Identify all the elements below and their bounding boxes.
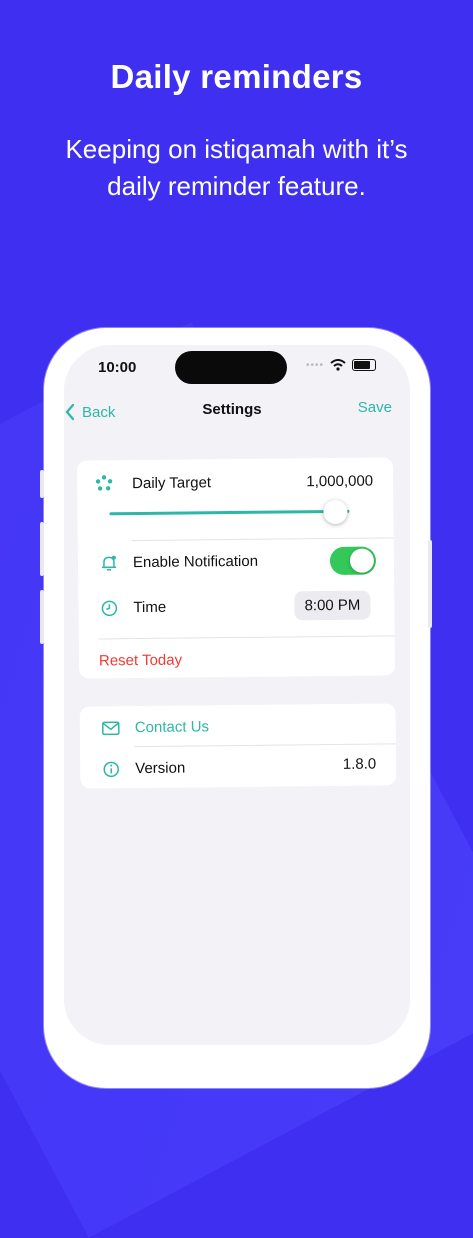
divider [133,743,396,748]
info-icon [103,761,119,778]
dots-cluster-icon [95,475,113,491]
daily-target-value: 1,000,000 [306,472,374,490]
notification-row: Enable Notification [78,545,394,578]
notification-label: Enable Notification [132,552,259,572]
daily-target-slider[interactable] [109,509,350,516]
phone-button [428,540,432,628]
signal-icon: •••• [305,359,324,371]
page-title: Settings [202,401,262,418]
divider [131,537,394,542]
settings-card: Daily Target 1,000,000 Enable Notificati… [76,457,396,679]
version-label: Version [135,759,186,778]
promo-headline: Daily reminders [110,58,363,95]
version-value: 1.8.0 [342,755,377,773]
time-picker[interactable]: 8:00 PM [294,590,371,621]
about-card: Contact Us Version 1.8.0 [79,703,397,789]
status-icons: •••• [306,359,376,371]
notification-toggle[interactable] [329,546,377,576]
battery-icon [352,359,376,371]
phone-button [40,470,44,498]
mail-icon [102,721,120,736]
contact-us-link[interactable]: Contact Us [135,718,209,736]
wifi-icon [330,359,346,371]
phone-button [40,590,44,644]
app-screen: 10:00 •••• Back Settings Save Daily Targ… [64,345,410,1045]
contact-row[interactable]: Contact Us [80,713,396,740]
phone-button [40,522,44,576]
daily-target-row: Daily Target 1,000,000 [77,469,393,494]
daily-target-label: Daily Target [132,473,212,492]
bell-icon [101,555,116,571]
clock-icon [101,600,118,617]
time-row: Time 8:00 PM [78,589,394,624]
time-label: Time [133,598,167,617]
slider-thumb[interactable] [322,499,348,525]
dynamic-island [175,351,287,384]
save-button[interactable]: Save [358,399,392,416]
version-row: Version 1.8.0 [80,753,396,780]
status-time: 10:00 [98,359,137,376]
divider [98,635,395,640]
reset-today-button[interactable]: Reset Today [99,652,182,670]
promo-subline: Keeping on istiqamah with it’s daily rem… [65,134,408,201]
